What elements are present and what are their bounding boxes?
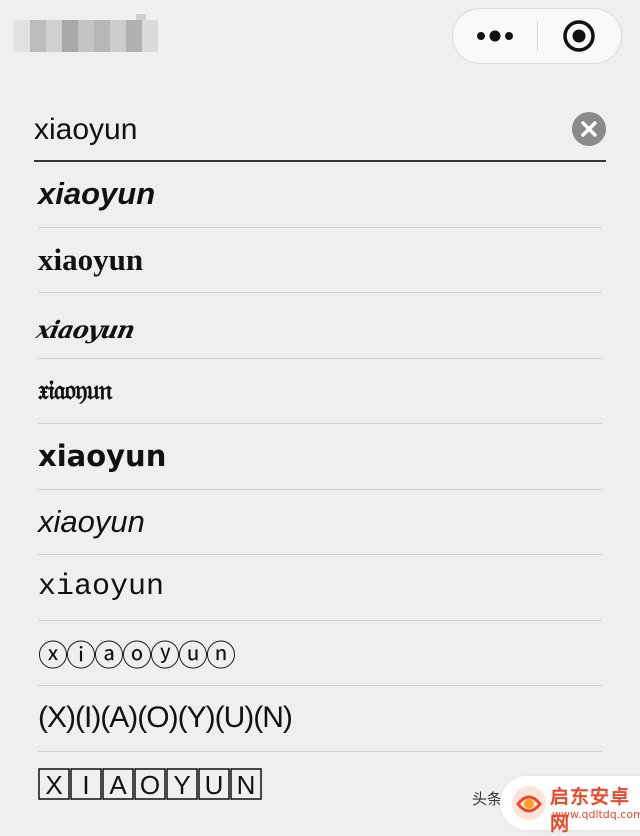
result-text: xiaoyun	[38, 503, 145, 539]
result-item-script[interactable]: xiaoyun	[34, 293, 602, 359]
more-button[interactable]	[453, 9, 537, 63]
blurred-title	[14, 14, 164, 52]
result-text: xiaoyun	[34, 314, 138, 344]
search-input[interactable]	[34, 106, 554, 154]
result-item-italic-sans[interactable]: xiaoyun	[38, 490, 602, 555]
squared-letters: XIAOYUN	[38, 768, 262, 800]
result-text: (X)(I)(A)(O)(Y)(U)(N)	[38, 701, 293, 735]
clear-circle-x-icon	[572, 112, 606, 146]
squared-letter: N	[237, 770, 256, 800]
target-circle-icon	[563, 20, 596, 52]
watermark-logo-icon	[512, 786, 546, 820]
result-text: ⓧⓘⓐⓞⓨⓤⓝ	[38, 638, 236, 674]
watermark-prefix: 头条	[472, 790, 503, 808]
search-bar	[34, 100, 606, 162]
result-item-fraktur[interactable]: 𝔵𝔦𝔞𝔬𝔶𝔲𝔫	[38, 359, 602, 424]
result-text: 𝔵𝔦𝔞𝔬𝔶𝔲𝔫	[38, 374, 112, 406]
result-text: xiaoyun	[38, 439, 167, 474]
watermark-badge: 启东安卓网 www.qdltdq.com	[500, 776, 640, 835]
mini-program-capsule	[452, 8, 622, 64]
result-text: xiaoyun	[38, 176, 156, 212]
squared-letter: Y	[173, 770, 190, 800]
font-result-list: xiaoyun xiaoyun xiaoyun 𝔵𝔦𝔞𝔬𝔶𝔲𝔫 xiaoyun …	[34, 162, 602, 817]
clear-button[interactable]	[572, 112, 606, 146]
result-item-parenthesized[interactable]: (X)(I)(A)(O)(Y)(U)(N)	[38, 686, 602, 752]
squared-letter: O	[140, 770, 160, 800]
watermark-url: www.qdltdq.com	[552, 808, 640, 821]
result-item-bold-italic[interactable]: xiaoyun	[38, 162, 602, 228]
close-miniprogram-button[interactable]	[538, 9, 621, 63]
squared-letter: X	[45, 770, 62, 800]
result-text: xiaoyun	[38, 241, 144, 277]
squared-letter: I	[82, 770, 89, 800]
result-item-monospace[interactable]: xiaoyun	[38, 555, 602, 621]
result-item-circled[interactable]: ⓧⓘⓐⓞⓨⓤⓝ	[38, 621, 602, 686]
result-item-bold-sans[interactable]: xiaoyun	[38, 424, 602, 490]
result-item-bold-serif[interactable]: xiaoyun	[38, 228, 602, 293]
squared-letter: A	[109, 770, 127, 800]
result-text: xiaoyun	[38, 570, 165, 605]
squared-letter: U	[205, 770, 224, 800]
more-dots-icon	[477, 30, 513, 42]
